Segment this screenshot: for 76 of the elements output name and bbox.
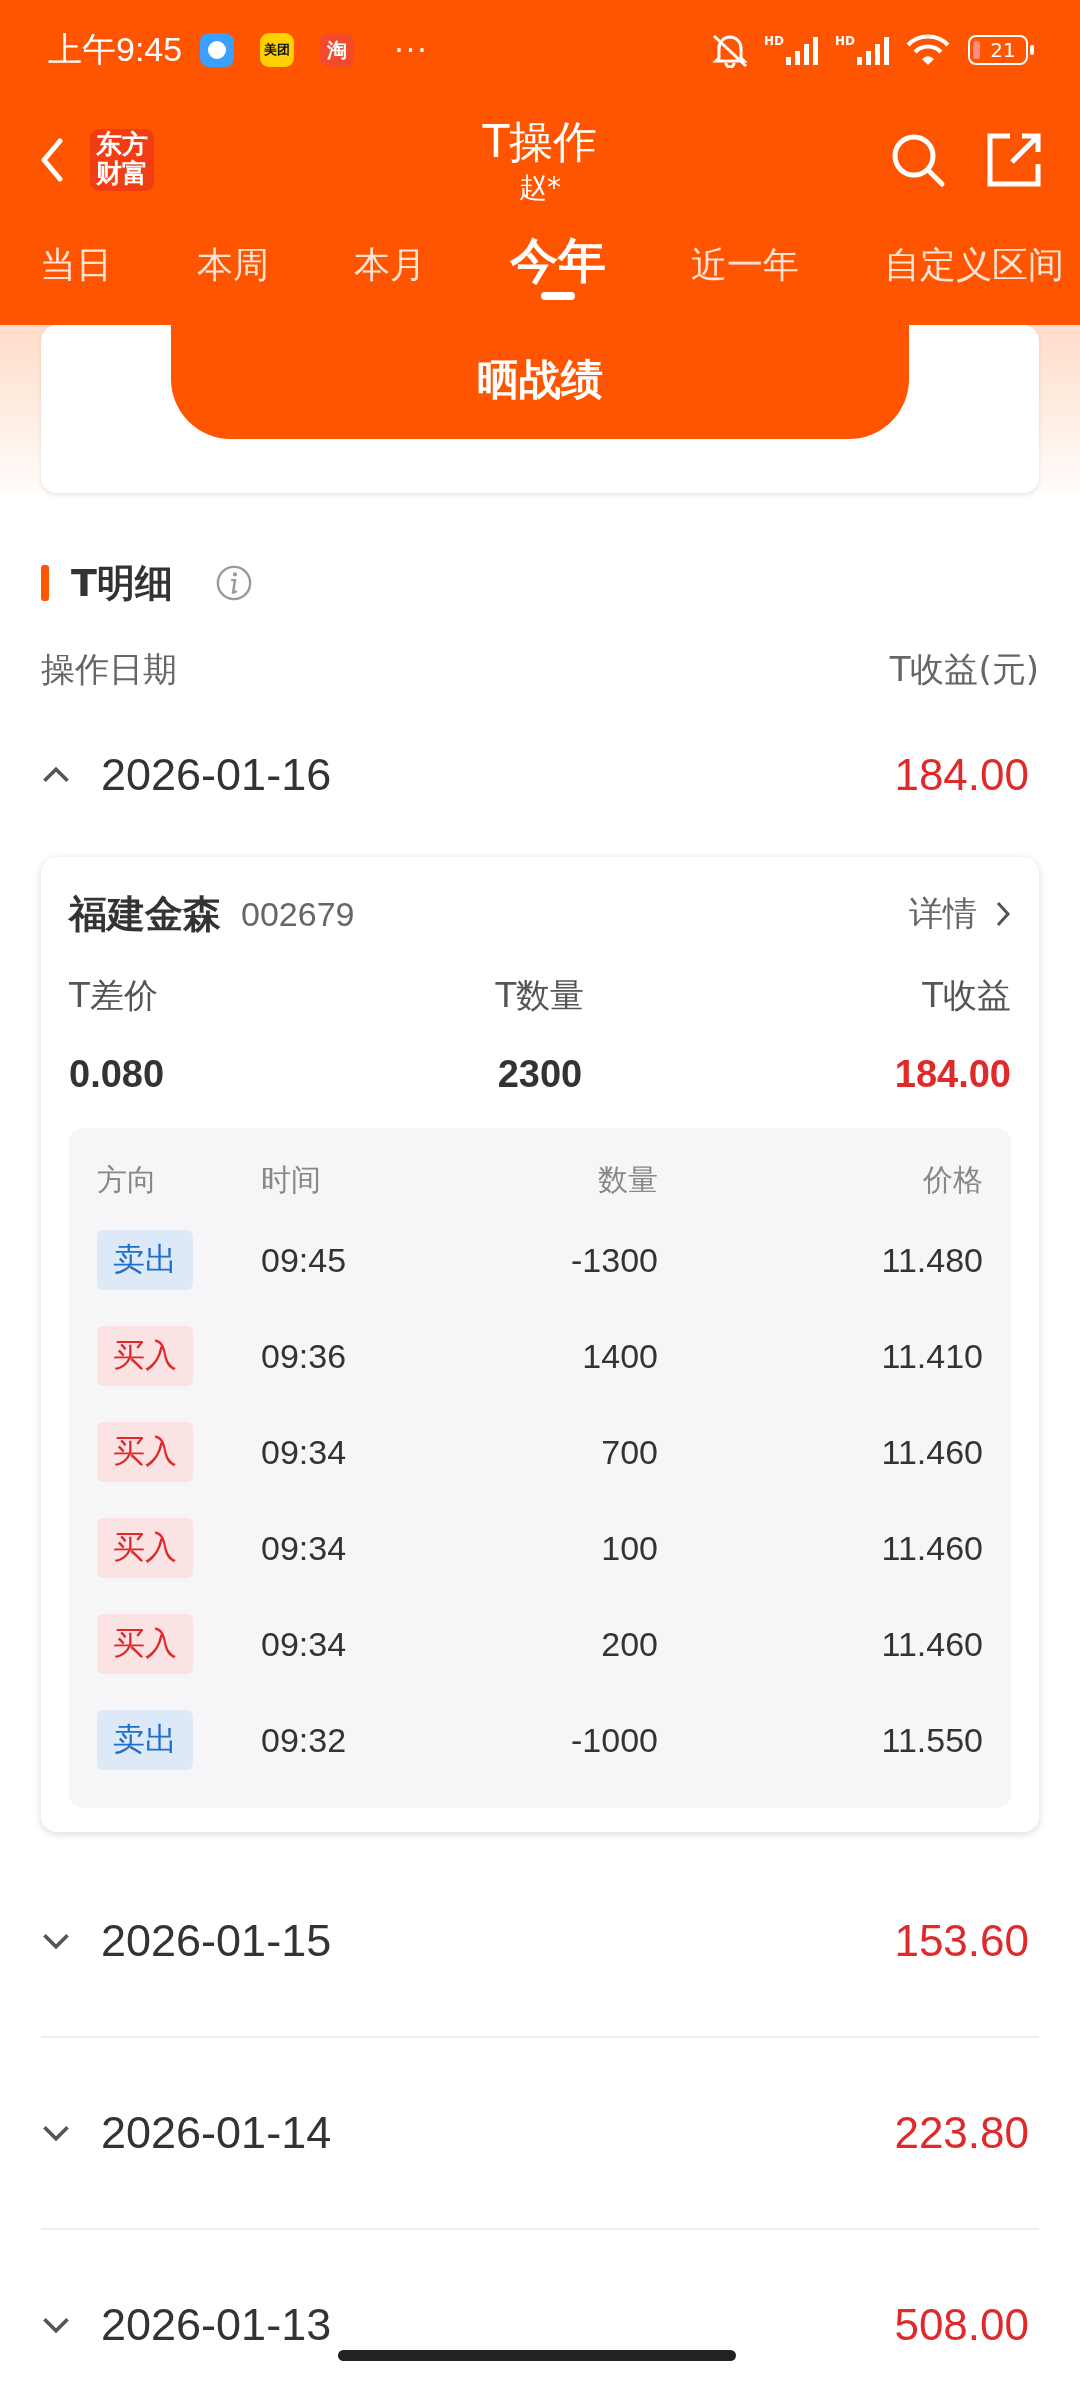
share-results-button[interactable]: 晒战绩 — [171, 325, 909, 439]
stock-name: 福建金森 — [69, 890, 221, 938]
back-icon[interactable] — [40, 138, 64, 182]
wifi-icon — [906, 33, 950, 67]
share-icon[interactable] — [986, 132, 1042, 188]
period-tab[interactable]: 当日 — [40, 240, 112, 290]
network-type-label: HD — [835, 35, 855, 47]
trade-date: 2026-01-13 — [101, 2299, 332, 2351]
section-title: T明细 — [71, 559, 173, 607]
trade-date: 2026-01-15 — [101, 1915, 332, 1967]
trade-date: 2026-01-14 — [101, 2107, 332, 2159]
network-type-label: HD — [763, 35, 784, 47]
app-logo: 东方财富 — [90, 129, 154, 191]
table-cell-text: 1400 — [581, 1335, 658, 1377]
period-tab[interactable]: 本周 — [196, 240, 269, 290]
period-tab[interactable]: 自定义区间 — [884, 240, 1064, 290]
app-icon: 美团 — [260, 33, 295, 67]
page-title: T操作 — [482, 115, 598, 169]
column-header: 数量 — [597, 1160, 658, 1199]
table-cell-text: 11.460 — [880, 1431, 983, 1473]
period-tab[interactable]: 近一年 — [691, 240, 800, 290]
trade-date: 2026-01-16 — [101, 749, 332, 801]
chevron-right-icon[interactable] — [995, 900, 1011, 928]
signal-icon — [856, 35, 892, 65]
table-cell-text: 11.460 — [880, 1623, 983, 1665]
column-header: 操作日期 — [41, 648, 177, 691]
table-cell-text: 09:45 — [261, 1239, 348, 1281]
info-icon[interactable] — [214, 564, 253, 602]
trade-direction-tag: 买入 — [97, 1614, 193, 1674]
column-header: 时间 — [261, 1160, 322, 1199]
battery-indicator: 21 — [968, 35, 1028, 65]
table-cell-text: -1000 — [570, 1719, 658, 1761]
table-cell-text: 100 — [600, 1527, 658, 1569]
metric-label: T数量 — [494, 974, 586, 1017]
more-notifications: ··· — [394, 32, 429, 68]
daily-profit: 153.60 — [894, 1916, 1029, 1966]
table-cell-text: 09:34 — [261, 1623, 348, 1665]
trade-direction-tag: 卖出 — [97, 1230, 193, 1290]
table-cell-text: 11.410 — [880, 1335, 983, 1377]
column-header: T收益(元) — [889, 648, 1039, 691]
table-cell-text: 09:34 — [261, 1431, 348, 1473]
period-tab[interactable]: 本月 — [353, 240, 426, 290]
table-cell-text: 09:32 — [261, 1719, 348, 1761]
table-cell-text: 200 — [600, 1623, 658, 1665]
metric-value: 184.00 — [893, 1053, 1011, 1096]
signal-icon — [785, 35, 821, 65]
status-time: 上午9:45 — [48, 29, 183, 70]
section-marker — [41, 565, 49, 601]
trade-direction-tag: 买入 — [97, 1518, 193, 1578]
table-cell-text: 700 — [600, 1431, 658, 1473]
trade-direction-tag: 买入 — [97, 1422, 193, 1482]
table-cell-text: 09:36 — [261, 1335, 348, 1377]
table-cell-text: 11.550 — [880, 1719, 983, 1761]
table-cell-text: 09:34 — [261, 1527, 348, 1569]
app-icon: 淘 — [320, 33, 355, 67]
metric-label: T差价 — [69, 974, 159, 1017]
daily-profit: 184.00 — [894, 750, 1029, 800]
details-link[interactable]: 详情 — [909, 891, 977, 937]
column-header: 价格 — [922, 1160, 983, 1199]
chat-app-icon — [200, 33, 235, 67]
table-cell-text: -1300 — [570, 1239, 658, 1281]
metric-value: 2300 — [496, 1053, 584, 1096]
table-cell-text: 11.480 — [880, 1239, 983, 1281]
stock-code: 002679 — [241, 894, 356, 934]
column-header: 方向 — [97, 1160, 158, 1199]
muted-bell-icon — [709, 32, 750, 68]
search-icon[interactable] — [890, 132, 946, 188]
period-tab[interactable]: 今年 — [510, 232, 607, 300]
table-cell-text: 11.460 — [880, 1527, 983, 1569]
daily-profit: 508.00 — [894, 2300, 1029, 2350]
metric-label: T收益 — [921, 974, 1011, 1017]
trade-direction-tag: 卖出 — [97, 1710, 193, 1770]
metric-value: 0.080 — [69, 1053, 166, 1096]
daily-profit: 223.80 — [894, 2108, 1029, 2158]
account-name: 赵* — [519, 170, 561, 206]
trade-direction-tag: 买入 — [97, 1326, 193, 1386]
